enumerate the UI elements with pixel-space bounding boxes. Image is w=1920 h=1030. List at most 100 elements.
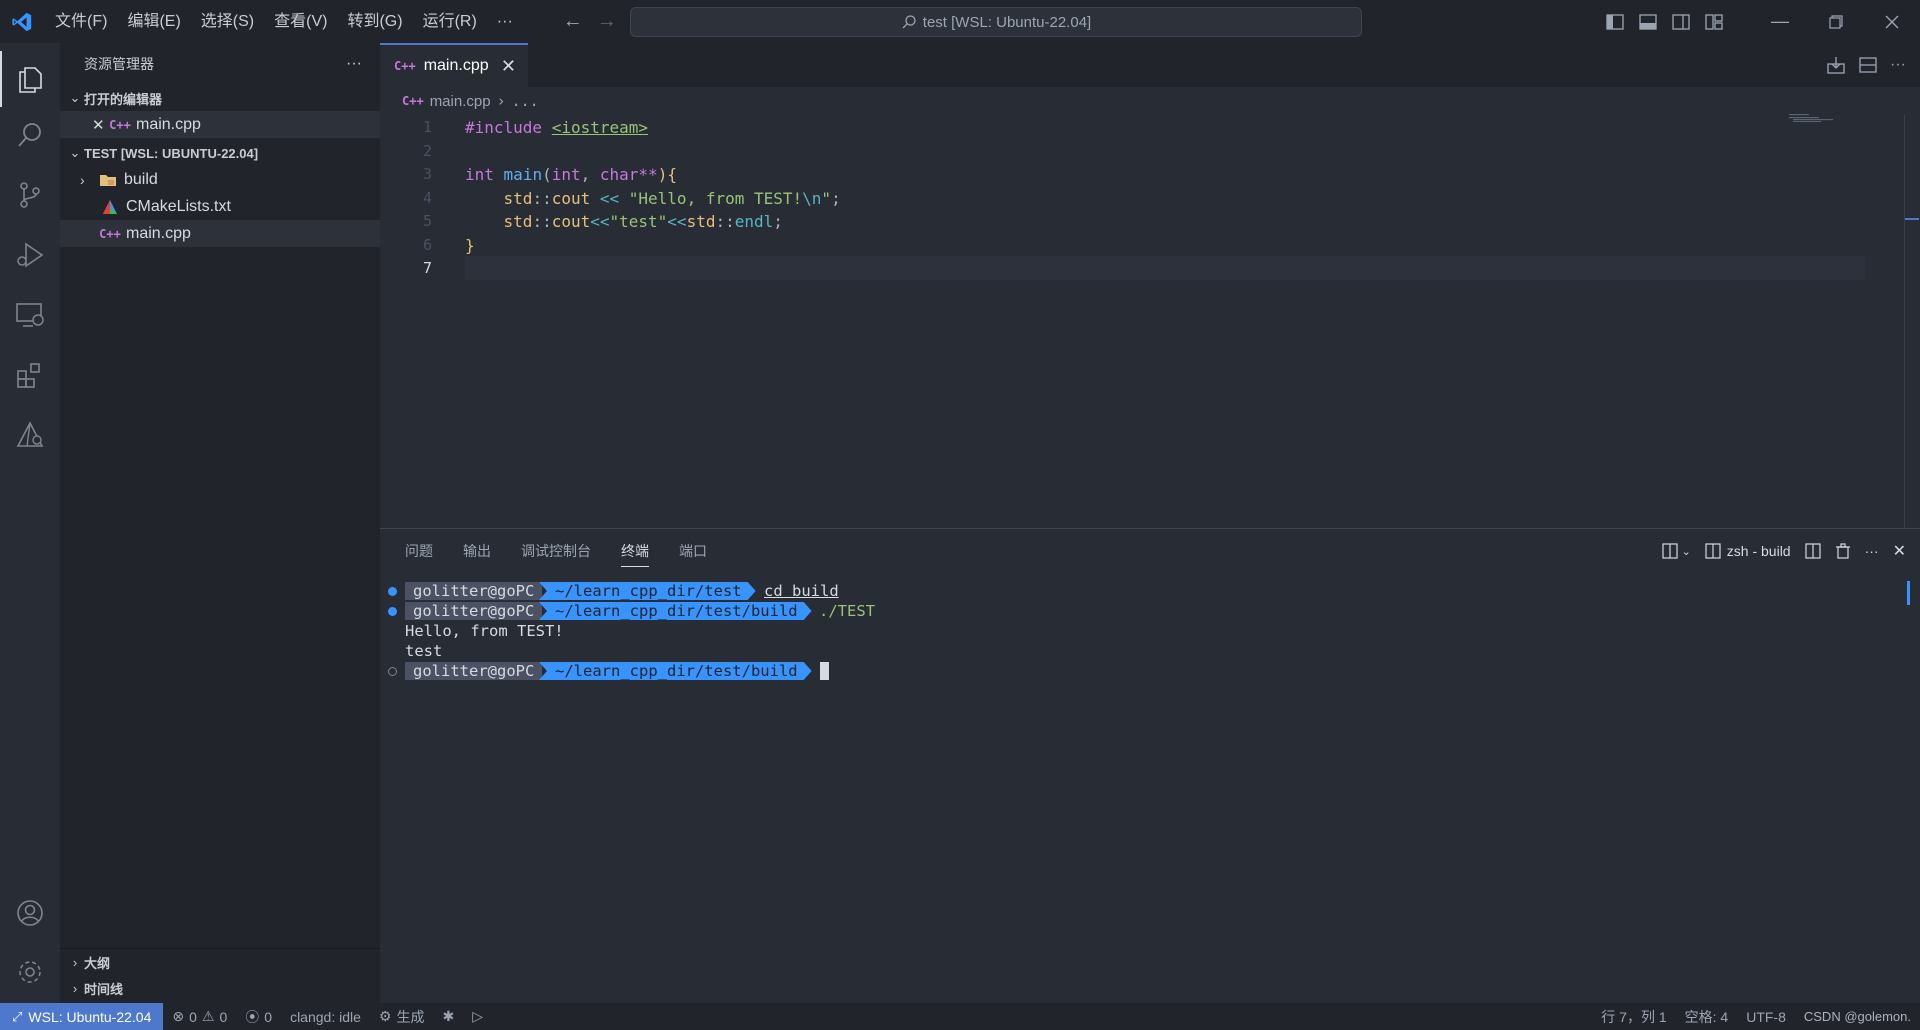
cmake-build-button[interactable]: ⚙ 生成: [370, 1007, 434, 1027]
indentation[interactable]: 空格: 4: [1676, 1007, 1738, 1027]
token: ::: [715, 211, 735, 231]
outline-label: 大纲: [84, 955, 111, 971]
toggle-panel-icon[interactable]: [1631, 0, 1664, 43]
command-success-dot[interactable]: [388, 586, 397, 596]
menu-more[interactable]: ···: [487, 0, 523, 43]
terminal-instance[interactable]: zsh - build: [1705, 543, 1791, 559]
menu-run[interactable]: 运行(R): [413, 0, 487, 43]
bottom-panel: 问题 输出 调试控制台 终端 端口 ⌄ zsh - build ··· ✕ go…: [380, 528, 1920, 1003]
problems-status[interactable]: ⊗ 0 ⚠ 0: [163, 1008, 236, 1025]
command-center-search[interactable]: test [WSL: Ubuntu-22.04]: [630, 7, 1362, 37]
code-editor[interactable]: 1 #include <iostream> 2 3 int main(int, …: [380, 115, 1920, 528]
tab-debug-console[interactable]: 调试控制台: [521, 529, 605, 573]
tree-item-build[interactable]: › build: [60, 166, 380, 193]
open-editor-item[interactable]: ✕ C++ main.cpp: [60, 111, 380, 138]
close-window-icon[interactable]: [1864, 0, 1920, 43]
terminal-name: zsh - build: [1726, 543, 1791, 559]
toggle-secondary-sidebar-icon[interactable]: [1664, 0, 1697, 43]
breadcrumb-symbol[interactable]: ...: [512, 92, 539, 110]
editor-tabs: C++ main.cpp ✕ ···: [380, 43, 1920, 87]
tab-ports[interactable]: 端口: [679, 529, 721, 573]
new-terminal-layout-icon[interactable]: ⌄: [1661, 543, 1691, 559]
restore-icon[interactable]: [1808, 0, 1864, 43]
remote-explorer-icon[interactable]: [0, 287, 60, 343]
command-pending-dot[interactable]: [388, 666, 397, 676]
warning-icon: ⚠: [201, 1008, 215, 1024]
remote-indicator[interactable]: ⤢ WSL: Ubuntu-22.04: [0, 1003, 164, 1030]
menu-selection[interactable]: 选择(S): [191, 0, 264, 43]
encoding[interactable]: UTF-8: [1737, 1009, 1795, 1025]
clangd-status[interactable]: clangd: idle: [281, 1009, 370, 1025]
folder-icon: [98, 170, 118, 190]
token: <<: [667, 211, 687, 231]
menu-go[interactable]: 转到(G): [337, 0, 412, 43]
tree-item-cmakelists[interactable]: CMakeLists.txt: [60, 193, 380, 220]
more-actions-icon[interactable]: ···: [1865, 543, 1879, 559]
editor-actions: ···: [1826, 43, 1906, 87]
trash-icon[interactable]: [1835, 543, 1851, 559]
minimap[interactable]: [1789, 114, 1833, 122]
menu-view[interactable]: 查看(V): [264, 0, 337, 43]
tab-terminal[interactable]: 终端: [621, 529, 663, 573]
breadcrumb-file[interactable]: main.cpp: [430, 93, 491, 110]
source-control-icon[interactable]: [0, 167, 60, 223]
menu-edit[interactable]: 编辑(E): [117, 0, 190, 43]
back-arrow-icon[interactable]: ←: [563, 10, 583, 33]
cursor-position[interactable]: 行 7，列 1: [1592, 1007, 1675, 1027]
code-line: 6 }: [380, 233, 1780, 257]
panel-actions: ⌄ zsh - build ··· ✕: [1661, 529, 1906, 573]
close-icon[interactable]: ✕: [92, 116, 110, 134]
remote-icon: ⤢: [12, 1008, 23, 1024]
activity-bar: [0, 43, 60, 1003]
token: char: [599, 164, 639, 184]
terminal-command: ./TEST: [819, 602, 875, 620]
tab-main-cpp[interactable]: C++ main.cpp ✕: [380, 43, 528, 87]
split-editor-icon[interactable]: [1858, 55, 1878, 75]
close-panel-icon[interactable]: ✕: [1893, 541, 1906, 561]
cpp-file-icon: C++: [99, 226, 121, 241]
debug-button[interactable]: ✱: [433, 1008, 463, 1025]
open-editors-section[interactable]: ⌄ 打开的编辑器: [60, 85, 380, 111]
split-icon[interactable]: [1804, 543, 1821, 559]
terminal-line: test: [380, 641, 1920, 661]
menu-file[interactable]: 文件(F): [45, 0, 117, 43]
close-icon[interactable]: ✕: [501, 56, 516, 77]
tree-item-main-cpp[interactable]: C++ main.cpp: [60, 220, 380, 247]
token: ::: [532, 188, 552, 208]
customize-layout-icon[interactable]: [1697, 0, 1730, 43]
forward-arrow-icon[interactable]: →: [597, 10, 617, 33]
editor-scrollbar[interactable]: [1904, 115, 1920, 528]
chevron-right-icon: ›: [496, 92, 506, 110]
tree-item-label: build: [124, 170, 158, 188]
token: ": [821, 188, 832, 208]
watermark: CSDN @golemon.: [1803, 1009, 1911, 1024]
tab-problems[interactable]: 问题: [405, 529, 447, 573]
explorer-icon[interactable]: [0, 51, 60, 107]
token: std: [503, 188, 533, 208]
command-success-dot[interactable]: [388, 606, 397, 616]
outline-section[interactable]: › 大纲: [60, 949, 380, 975]
cmake-icon[interactable]: [0, 407, 60, 463]
search-icon[interactable]: [0, 107, 60, 163]
token: main: [503, 164, 543, 184]
minimize-icon[interactable]: —: [1752, 0, 1808, 43]
token: \n: [802, 188, 822, 208]
ports-count: 0: [264, 1008, 273, 1025]
timeline-section[interactable]: › 时间线: [60, 975, 380, 1001]
settings-gear-icon[interactable]: [0, 944, 60, 1000]
toggle-primary-sidebar-icon[interactable]: [1598, 0, 1631, 43]
ports-status[interactable]: ⦿ 0: [236, 1007, 281, 1027]
workspace-section[interactable]: ⌄ TEST [WSL: UBUNTU-22.04]: [60, 140, 380, 166]
tab-output[interactable]: 输出: [463, 529, 505, 573]
launch-button[interactable]: ▷: [463, 1008, 492, 1025]
token: std: [686, 211, 716, 231]
explorer-more-actions[interactable]: ···: [346, 55, 362, 73]
prompt-path: ~/learn_cpp_dir/test: [539, 582, 756, 600]
open-changes-icon[interactable]: [1826, 55, 1846, 75]
run-debug-icon[interactable]: [0, 227, 60, 283]
more-actions-icon[interactable]: ···: [1890, 56, 1906, 74]
extensions-icon[interactable]: [0, 347, 60, 403]
terminal[interactable]: golitter@goPC ~/learn_cpp_dir/test cd bu…: [380, 581, 1920, 681]
accounts-icon[interactable]: [0, 885, 60, 941]
chevron-right-icon: ›: [72, 954, 78, 970]
